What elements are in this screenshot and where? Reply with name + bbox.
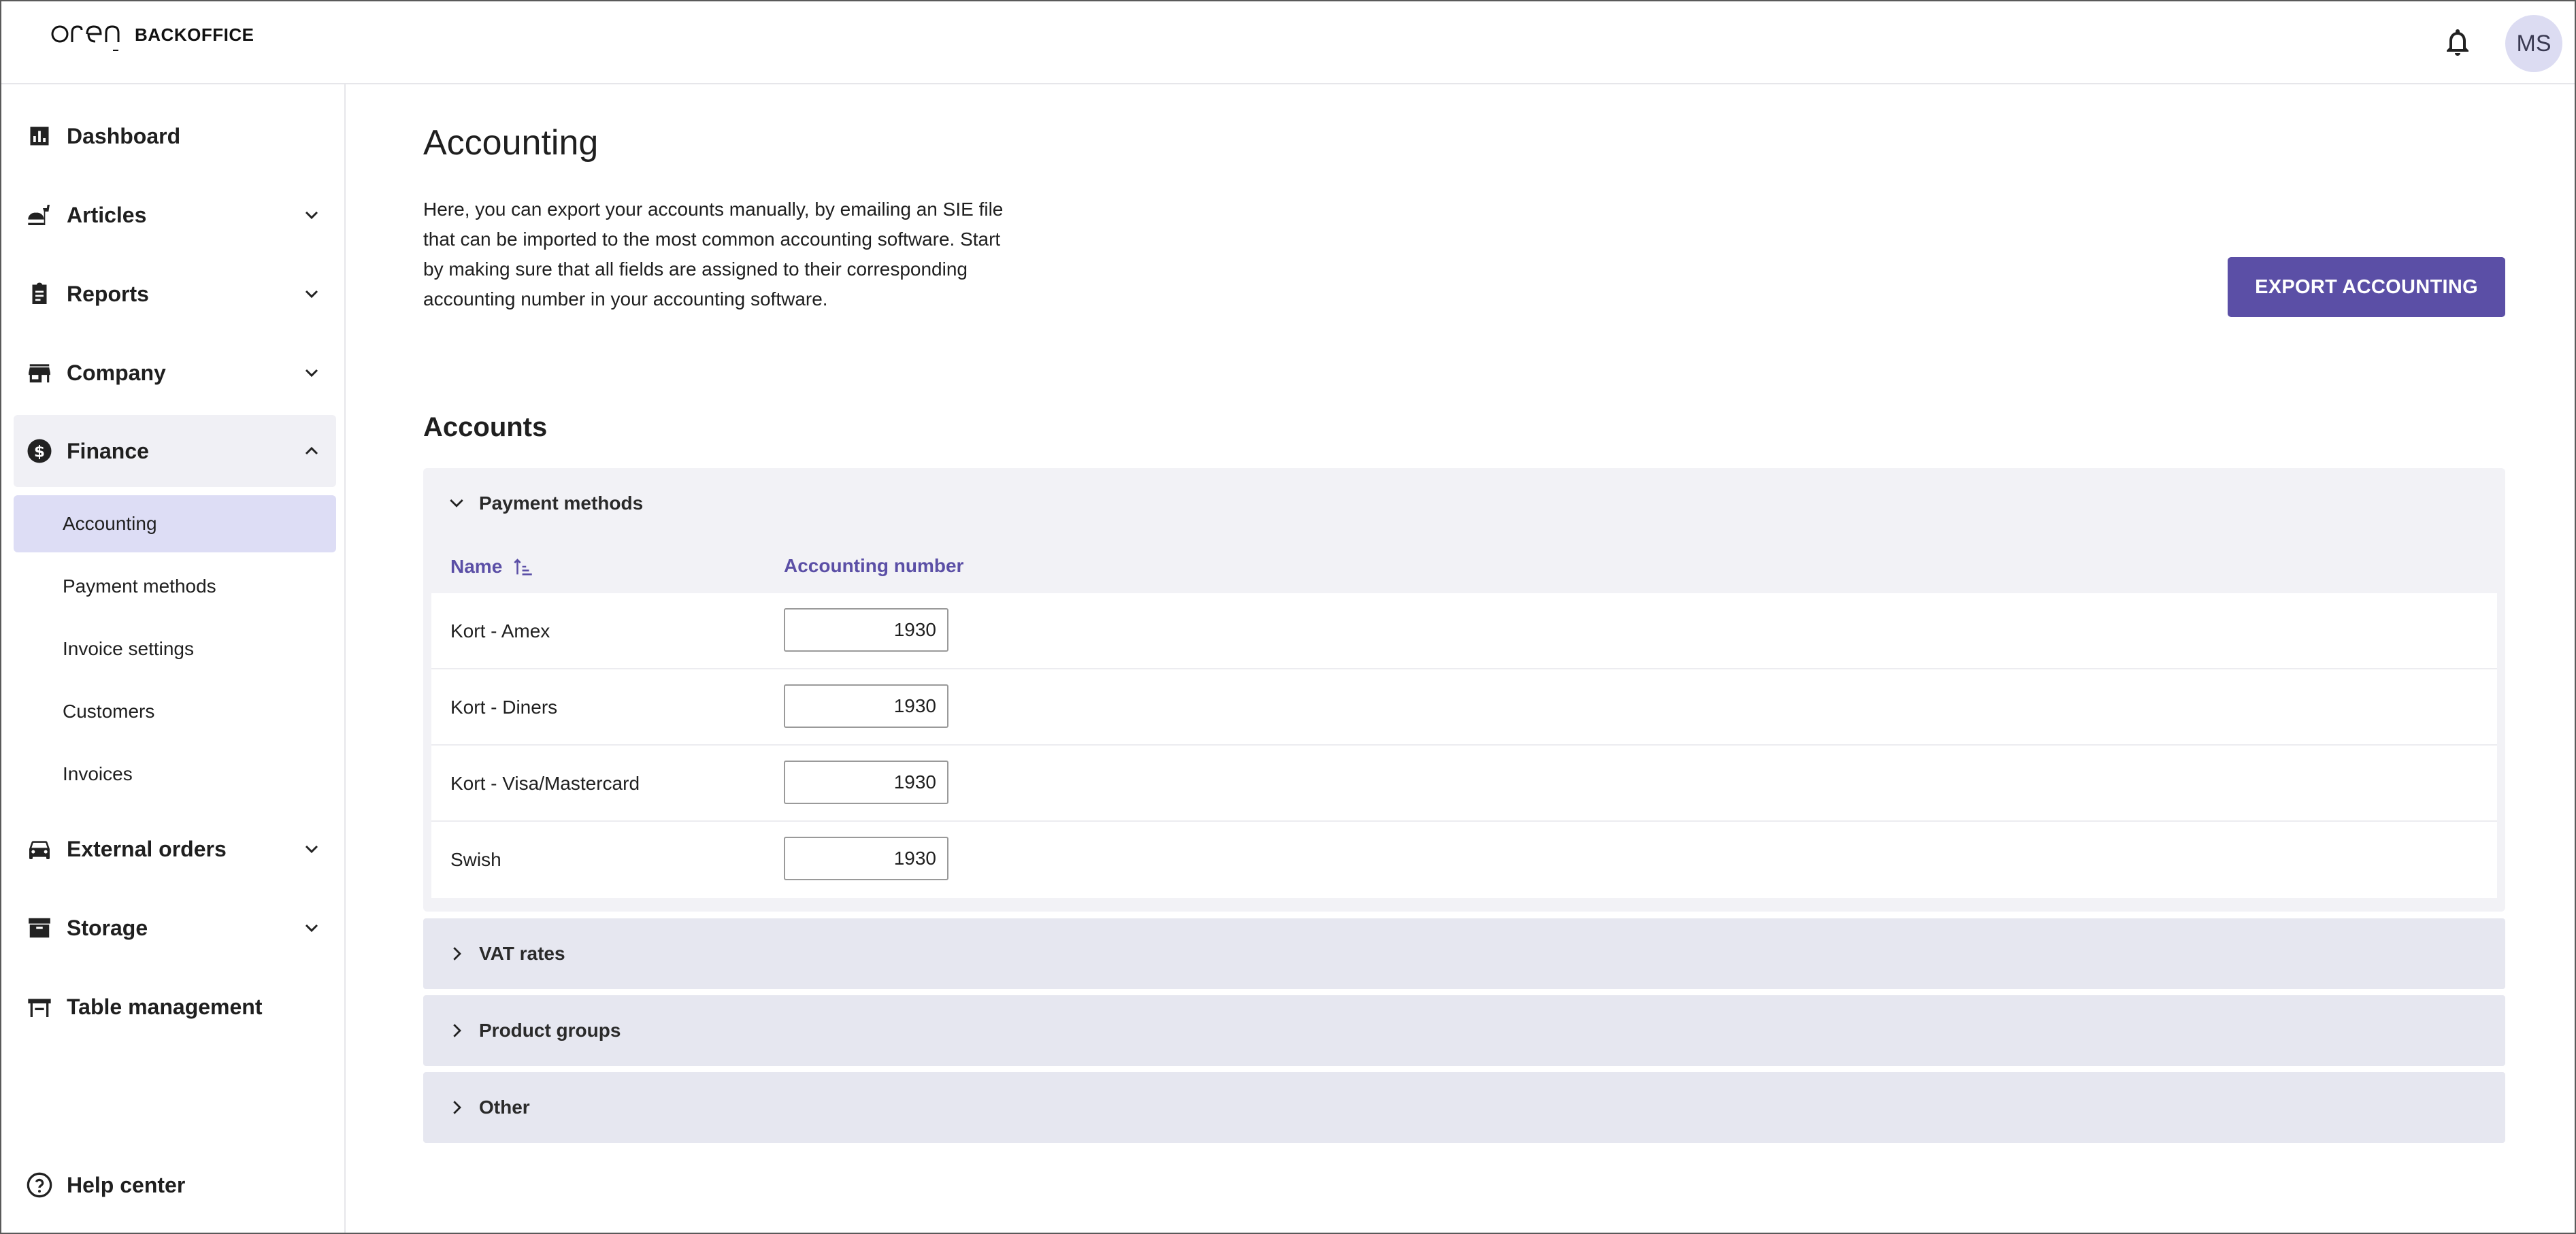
accounting-number-input[interactable]	[784, 608, 948, 652]
sidebar: Dashboard Articles Reports Company $ Fin…	[0, 84, 346, 1234]
accounting-number-input[interactable]	[784, 761, 948, 804]
panel-title: Product groups	[479, 1020, 621, 1041]
store-icon	[26, 359, 53, 386]
chevron-up-icon	[305, 446, 318, 455]
sidebar-item-company[interactable]: Company	[14, 339, 336, 407]
sidebar-subitem-invoice-settings[interactable]: Invoice settings	[14, 620, 336, 678]
panel-title: VAT rates	[479, 943, 565, 964]
open-logo-mark	[51, 25, 120, 51]
export-accounting-button[interactable]: EXPORT ACCOUNTING	[2228, 257, 2505, 317]
payment-method-name: Kort - Diners	[450, 697, 558, 718]
table-row: Kort - Amex	[431, 593, 2497, 669]
sidebar-subitem-invoices[interactable]: Invoices	[14, 746, 336, 803]
chevron-right-icon	[453, 1024, 461, 1037]
column-header-label: Name	[450, 556, 503, 577]
help-center-link[interactable]: Help center	[14, 1151, 336, 1219]
sidebar-item-reports[interactable]: Reports	[14, 260, 336, 328]
sidebar-item-label: Reports	[67, 281, 149, 306]
logo[interactable]: BACKOFFICE	[50, 20, 254, 53]
svg-text:$: $	[34, 441, 45, 461]
chevron-down-icon	[305, 369, 318, 378]
table-row: Kort - Visa/Mastercard	[431, 746, 2497, 822]
accounting-number-input[interactable]	[784, 684, 948, 728]
sidebar-item-label: Company	[67, 360, 166, 385]
help-center-label: Help center	[67, 1172, 186, 1197]
table-icon	[26, 993, 53, 1020]
sidebar-item-articles[interactable]: Articles	[14, 181, 336, 249]
vat-rates-panel[interactable]: VAT rates	[423, 918, 2505, 989]
sidebar-subitem-payment-methods[interactable]: Payment methods	[14, 558, 336, 615]
payment-method-name: Kort - Amex	[450, 620, 550, 641]
notifications-bell-icon[interactable]	[2441, 26, 2474, 59]
user-avatar[interactable]: MS	[2505, 15, 2562, 72]
column-header-accounting-number[interactable]: Accounting number	[784, 555, 963, 577]
chevron-right-icon	[453, 1101, 461, 1114]
food-icon	[26, 201, 53, 229]
car-icon	[26, 835, 53, 863]
sidebar-subitem-customers[interactable]: Customers	[14, 683, 336, 740]
payment-methods-panel-header[interactable]: Payment methods	[446, 493, 643, 514]
logo-suffix: BACKOFFICE	[135, 24, 254, 45]
sidebar-item-label: Articles	[67, 202, 147, 227]
sidebar-item-label: Dashboard	[67, 123, 181, 148]
accounting-number-input[interactable]	[784, 837, 948, 880]
payment-method-name: Kort - Visa/Mastercard	[450, 773, 640, 794]
product-groups-panel[interactable]: Product groups	[423, 995, 2505, 1066]
sidebar-item-label: External orders	[67, 836, 227, 861]
other-panel[interactable]: Other	[423, 1072, 2505, 1143]
sidebar-item-finance[interactable]: $ Finance	[14, 415, 336, 487]
chevron-down-icon	[305, 924, 318, 933]
page-description: Here, you can export your accounts manua…	[423, 199, 1004, 310]
sidebar-item-table-management[interactable]: Table management	[14, 973, 336, 1041]
accounts-section-title: Accounts	[423, 412, 548, 442]
payment-method-name: Swish	[450, 849, 501, 870]
chevron-down-icon	[305, 290, 318, 299]
column-header-name[interactable]: Name	[450, 555, 535, 578]
top-header: BACKOFFICE MS	[0, 0, 2576, 84]
sort-ascending-icon	[514, 558, 533, 576]
page-title: Accounting	[423, 123, 599, 163]
bar-chart-icon	[26, 122, 53, 150]
sidebar-item-storage[interactable]: Storage	[14, 894, 336, 962]
clipboard-icon	[26, 280, 53, 307]
sidebar-subitem-accounting[interactable]: Accounting	[14, 495, 336, 552]
dollar-circle-icon: $	[26, 437, 53, 465]
sidebar-item-label: Storage	[67, 915, 148, 940]
chevron-right-icon	[453, 947, 461, 961]
chevron-down-icon	[305, 845, 318, 854]
chevron-down-icon	[450, 499, 463, 507]
table-row: Swish	[431, 822, 2497, 898]
help-circle-icon	[26, 1171, 53, 1199]
sidebar-item-label: Table management	[67, 994, 263, 1019]
sidebar-item-external-orders[interactable]: External orders	[14, 815, 336, 883]
sidebar-item-dashboard[interactable]: Dashboard	[14, 102, 336, 170]
sidebar-item-label: Finance	[67, 438, 149, 463]
archive-box-icon	[26, 914, 53, 941]
chevron-down-icon	[305, 211, 318, 220]
payment-methods-panel: Payment methods Name Accounting number K…	[423, 468, 2505, 912]
panel-title: Payment methods	[479, 493, 644, 514]
payment-methods-table: Kort - Amex Kort - Diners Kort - Visa/Ma…	[431, 593, 2497, 898]
table-row: Kort - Diners	[431, 669, 2497, 746]
panel-title: Other	[479, 1097, 530, 1118]
